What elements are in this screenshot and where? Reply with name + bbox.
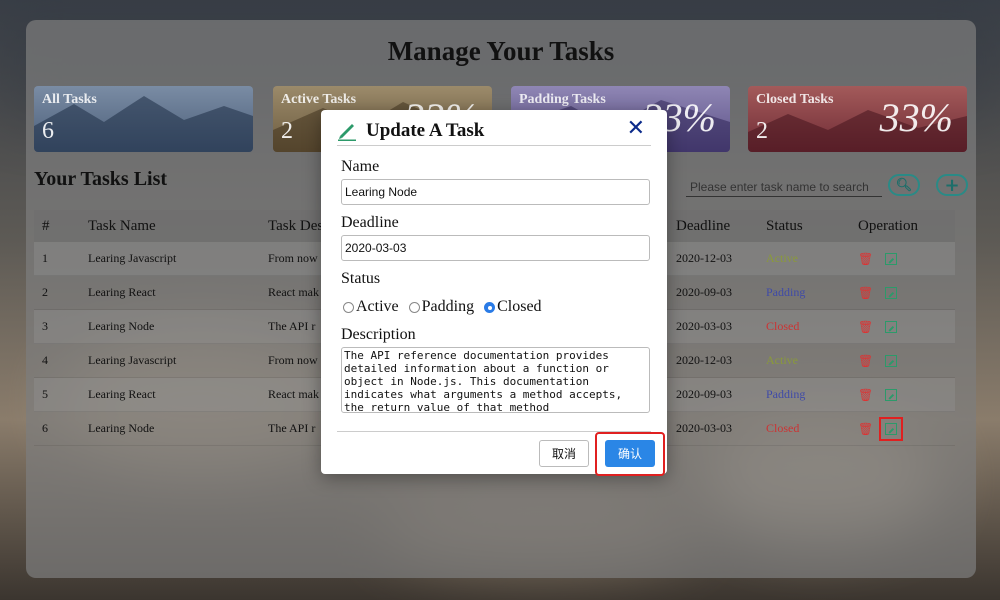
deadline-field[interactable] bbox=[341, 235, 650, 261]
header-name: Task Name bbox=[88, 217, 156, 234]
header-operation: Operation bbox=[858, 217, 918, 234]
status-radio-closed[interactable]: Closed bbox=[484, 298, 542, 316]
edit-icon[interactable] bbox=[879, 416, 904, 441]
radio-label: Padding bbox=[421, 298, 475, 315]
row-status: Closed bbox=[766, 319, 800, 333]
status-radio-group: Active Padding Closed bbox=[343, 298, 542, 316]
row-deadline: 2020-09-03 bbox=[676, 387, 732, 401]
row-task-name: Learing Node bbox=[88, 319, 155, 333]
row-task-name: Learing Javascript bbox=[88, 353, 177, 367]
stat-label: All Tasks bbox=[42, 92, 97, 107]
row-num: 6 bbox=[42, 421, 48, 435]
edit-icon[interactable] bbox=[885, 354, 898, 367]
stat-label: Padding Tasks bbox=[519, 92, 606, 107]
modal-title: Update A Task bbox=[366, 119, 485, 141]
stat-percent: 33% bbox=[879, 95, 953, 140]
search-icon: 🔍︎ bbox=[895, 177, 913, 193]
status-radio-active[interactable]: Active bbox=[343, 298, 399, 316]
delete-icon[interactable]: 🗑︎ bbox=[858, 286, 873, 300]
row-deadline: 2020-09-03 bbox=[676, 285, 732, 299]
edit-icon[interactable] bbox=[885, 320, 898, 333]
radio-label: Closed bbox=[497, 298, 542, 315]
search-button[interactable]: 🔍︎ bbox=[888, 174, 920, 196]
row-num: 1 bbox=[42, 251, 48, 265]
pencil-icon bbox=[338, 123, 356, 141]
row-status: Padding bbox=[766, 285, 806, 299]
row-operations: 🗑︎ bbox=[850, 286, 955, 300]
row-task-name: Learing React bbox=[88, 387, 156, 401]
row-deadline: 2020-03-03 bbox=[676, 319, 732, 333]
description-field[interactable]: The API reference documentation provides… bbox=[341, 347, 650, 413]
row-task-name: Learing React bbox=[88, 285, 156, 299]
row-operations: 🗑︎ bbox=[850, 252, 955, 266]
status-label: Status bbox=[341, 270, 381, 287]
plus-icon: + bbox=[944, 174, 960, 196]
delete-icon[interactable]: 🗑︎ bbox=[858, 252, 873, 266]
row-task-name: Learing Node bbox=[88, 421, 155, 435]
row-deadline: 2020-03-03 bbox=[676, 421, 732, 435]
delete-icon[interactable]: 🗑︎ bbox=[858, 422, 873, 436]
header-deadline: Deadline bbox=[676, 217, 731, 234]
edit-icon[interactable] bbox=[885, 252, 898, 265]
row-deadline: 2020-12-03 bbox=[676, 353, 732, 367]
row-operations: 🗑︎ bbox=[850, 320, 955, 334]
description-label: Description bbox=[341, 326, 416, 343]
stat-count: 6 bbox=[42, 118, 54, 144]
row-status: Active bbox=[766, 251, 798, 265]
radio-circle[interactable] bbox=[408, 301, 420, 313]
confirm-button[interactable]: 确认 bbox=[605, 440, 655, 467]
deadline-label: Deadline bbox=[341, 214, 399, 231]
row-status: Closed bbox=[766, 421, 800, 435]
search-input[interactable] bbox=[686, 177, 882, 197]
edit-icon[interactable] bbox=[885, 388, 898, 401]
tasks-list-title: Your Tasks List bbox=[34, 168, 168, 190]
stat-card-all: All Tasks 6 bbox=[34, 86, 253, 152]
header-num: # bbox=[42, 217, 50, 234]
row-deadline: 2020-12-03 bbox=[676, 251, 732, 265]
row-status: Active bbox=[766, 353, 798, 367]
delete-icon[interactable]: 🗑︎ bbox=[858, 354, 873, 368]
name-label: Name bbox=[341, 158, 380, 175]
row-operations: 🗑︎ bbox=[850, 354, 955, 368]
name-field[interactable] bbox=[341, 179, 650, 205]
close-icon[interactable]: ✕ bbox=[627, 116, 645, 141]
row-num: 3 bbox=[42, 319, 48, 333]
radio-circle[interactable] bbox=[484, 301, 496, 313]
update-task-modal: Update A Task ✕ Name Deadline Status Act… bbox=[321, 110, 667, 476]
cancel-button[interactable]: 取消 bbox=[539, 440, 589, 467]
row-operations: 🗑︎ bbox=[850, 388, 955, 402]
stat-count: 2 bbox=[281, 118, 293, 144]
row-status: Padding bbox=[766, 387, 806, 401]
row-num: 5 bbox=[42, 387, 48, 401]
radio-label: Active bbox=[356, 298, 399, 315]
stat-label: Active Tasks bbox=[281, 92, 357, 107]
status-radio-padding[interactable]: Padding bbox=[408, 298, 475, 316]
stat-label: Closed Tasks bbox=[756, 92, 834, 107]
delete-icon[interactable]: 🗑︎ bbox=[858, 388, 873, 402]
add-task-button[interactable]: + bbox=[936, 174, 968, 196]
edit-icon[interactable] bbox=[885, 286, 898, 299]
radio-circle[interactable] bbox=[343, 301, 354, 313]
header-status: Status bbox=[766, 217, 803, 234]
stat-card-closed: Closed Tasks 2 33% bbox=[748, 86, 967, 152]
page-title: Manage Your Tasks bbox=[387, 36, 615, 66]
row-num: 4 bbox=[42, 353, 48, 367]
row-task-name: Learing Javascript bbox=[88, 251, 177, 265]
modal-header: Update A Task ✕ bbox=[337, 116, 651, 146]
stat-count: 2 bbox=[756, 118, 768, 144]
row-num: 2 bbox=[42, 285, 48, 299]
delete-icon[interactable]: 🗑︎ bbox=[858, 320, 873, 334]
row-operations: 🗑︎ bbox=[850, 416, 955, 441]
